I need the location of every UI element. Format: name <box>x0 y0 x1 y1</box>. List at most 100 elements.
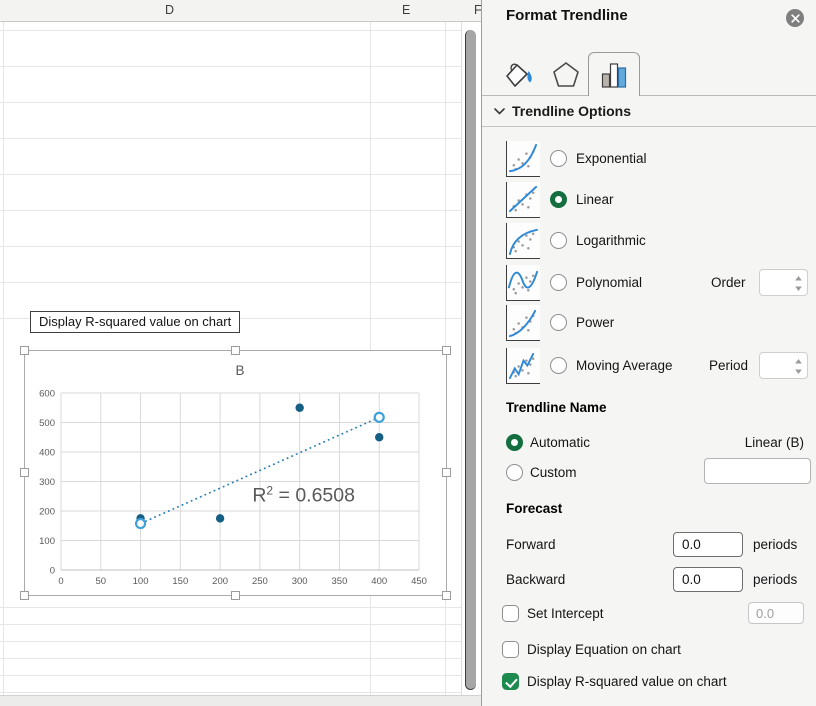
chart-object[interactable]: 0501001502002503003504004500100200300400… <box>24 350 447 596</box>
svg-text:600: 600 <box>39 389 55 400</box>
set-intercept-checkbox[interactable] <box>502 605 519 622</box>
stepper-arrows-icon[interactable] <box>793 273 804 294</box>
tab-bar-divider <box>482 95 816 96</box>
trendline-type-polynomial: Polynomial Order <box>482 263 816 303</box>
tooltip: Display R-squared value on chart <box>30 311 240 333</box>
radio-power[interactable] <box>550 314 567 331</box>
radio-automatic[interactable] <box>506 434 523 451</box>
sheet-gridlines-bottom <box>0 591 461 695</box>
svg-text:500: 500 <box>39 418 55 429</box>
logarithmic-curve-icon <box>506 223 540 259</box>
chart-resize-handle[interactable] <box>20 591 29 600</box>
sheet-bottom-strip <box>0 695 481 706</box>
chart-resize-handle[interactable] <box>20 468 29 477</box>
custom-label: Custom <box>530 465 577 480</box>
svg-text:200: 200 <box>39 507 55 518</box>
vertical-scrollbar[interactable] <box>462 0 481 695</box>
scrollbar-thumb[interactable] <box>465 30 476 690</box>
svg-text:350: 350 <box>332 576 348 587</box>
moving-average-curve-icon <box>506 348 540 384</box>
column-header-d[interactable]: D <box>165 3 174 17</box>
scatter-chart[interactable]: 0501001502002503003504004500100200300400… <box>25 351 446 595</box>
radio-custom[interactable] <box>506 464 523 481</box>
section-title: Trendline Options <box>512 103 631 119</box>
radio-linear[interactable] <box>550 191 567 208</box>
pentagon-icon <box>550 59 582 90</box>
set-intercept-label: Set Intercept <box>527 606 604 621</box>
forward-periods-input[interactable] <box>673 532 743 557</box>
chart-resize-handle[interactable] <box>20 346 29 355</box>
option-label: Linear <box>576 192 614 207</box>
close-button[interactable] <box>786 9 804 27</box>
svg-text:400: 400 <box>39 448 55 459</box>
svg-text:300: 300 <box>292 576 308 587</box>
order-stepper[interactable] <box>759 269 808 296</box>
automatic-value: Linear (B) <box>745 435 804 450</box>
forecast-backward-row: Backward periods <box>482 568 816 592</box>
display-equation-row: Display Equation on chart <box>482 638 816 662</box>
display-equation-checkbox[interactable] <box>502 641 519 658</box>
chart-resize-handle[interactable] <box>231 591 240 600</box>
trendline-type-moving-average: Moving Average Period <box>482 346 816 386</box>
chevron-down-icon <box>494 108 505 115</box>
trendline-name-custom-row: Custom <box>482 461 816 485</box>
svg-text:0: 0 <box>50 566 55 577</box>
display-r-squared-checkbox[interactable] <box>502 673 519 690</box>
radio-exponential[interactable] <box>550 150 567 167</box>
close-icon <box>791 14 800 23</box>
polynomial-curve-icon <box>506 265 540 301</box>
svg-text:100: 100 <box>133 576 149 587</box>
option-label: Polynomial <box>576 275 642 290</box>
radio-moving-average[interactable] <box>550 357 567 374</box>
svg-text:50: 50 <box>95 576 106 587</box>
format-trendline-panel: Format Trendline <box>481 0 816 706</box>
column-header-row: D E F <box>0 0 481 22</box>
option-label: Power <box>576 315 614 330</box>
option-label: Logarithmic <box>576 233 646 248</box>
panel-title: Format Trendline <box>506 7 628 24</box>
svg-text:450: 450 <box>411 576 427 587</box>
svg-text:400: 400 <box>371 576 387 587</box>
chart-resize-handle[interactable] <box>231 346 240 355</box>
stepper-arrows-icon[interactable] <box>793 356 804 377</box>
excel-window: D E F Display R-squared value on chart 0… <box>0 0 816 706</box>
trendline-type-power: Power <box>482 303 816 343</box>
svg-text:200: 200 <box>212 576 228 587</box>
column-gridline <box>3 22 4 695</box>
svg-text:100: 100 <box>39 536 55 547</box>
tab-effects[interactable] <box>544 54 588 94</box>
option-label: Exponential <box>576 151 647 166</box>
tab-chart-options[interactable] <box>588 52 640 96</box>
power-curve-icon <box>506 305 540 341</box>
column-header-e[interactable]: E <box>402 3 410 17</box>
svg-text:250: 250 <box>252 576 268 587</box>
chart-resize-handle[interactable] <box>442 591 451 600</box>
linear-curve-icon <box>506 182 540 218</box>
backward-unit: periods <box>753 572 797 587</box>
bar-chart-icon <box>599 60 630 90</box>
trendline-type-logarithmic: Logarithmic <box>482 221 816 261</box>
chart-resize-handle[interactable] <box>442 346 451 355</box>
display-r-squared-label: Display R-squared value on chart <box>527 674 727 689</box>
chart-resize-handle[interactable] <box>442 468 451 477</box>
spreadsheet[interactable]: D E F Display R-squared value on chart 0… <box>0 0 481 706</box>
custom-name-input[interactable] <box>704 458 811 484</box>
display-r-squared-row: Display R-squared value on chart <box>482 670 816 694</box>
order-label: Order <box>711 275 746 290</box>
radio-polynomial[interactable] <box>550 274 567 291</box>
tab-fill-line[interactable] <box>496 54 540 94</box>
svg-text:0: 0 <box>58 576 63 587</box>
trendline-type-exponential: Exponential <box>482 139 816 179</box>
option-label: Moving Average <box>576 358 673 373</box>
radio-logarithmic[interactable] <box>550 232 567 249</box>
period-stepper[interactable] <box>759 352 808 379</box>
backward-periods-input[interactable] <box>673 567 743 592</box>
svg-text:300: 300 <box>39 477 55 488</box>
trendline-name-automatic-row: Automatic Linear (B) <box>482 431 816 455</box>
trendline-options-section-header[interactable]: Trendline Options <box>482 96 816 127</box>
forecast-forward-row: Forward periods <box>482 533 816 557</box>
backward-label: Backward <box>506 572 565 587</box>
paint-bucket-icon <box>502 59 535 90</box>
set-intercept-row: Set Intercept <box>482 602 816 626</box>
intercept-value-input[interactable] <box>748 602 804 624</box>
